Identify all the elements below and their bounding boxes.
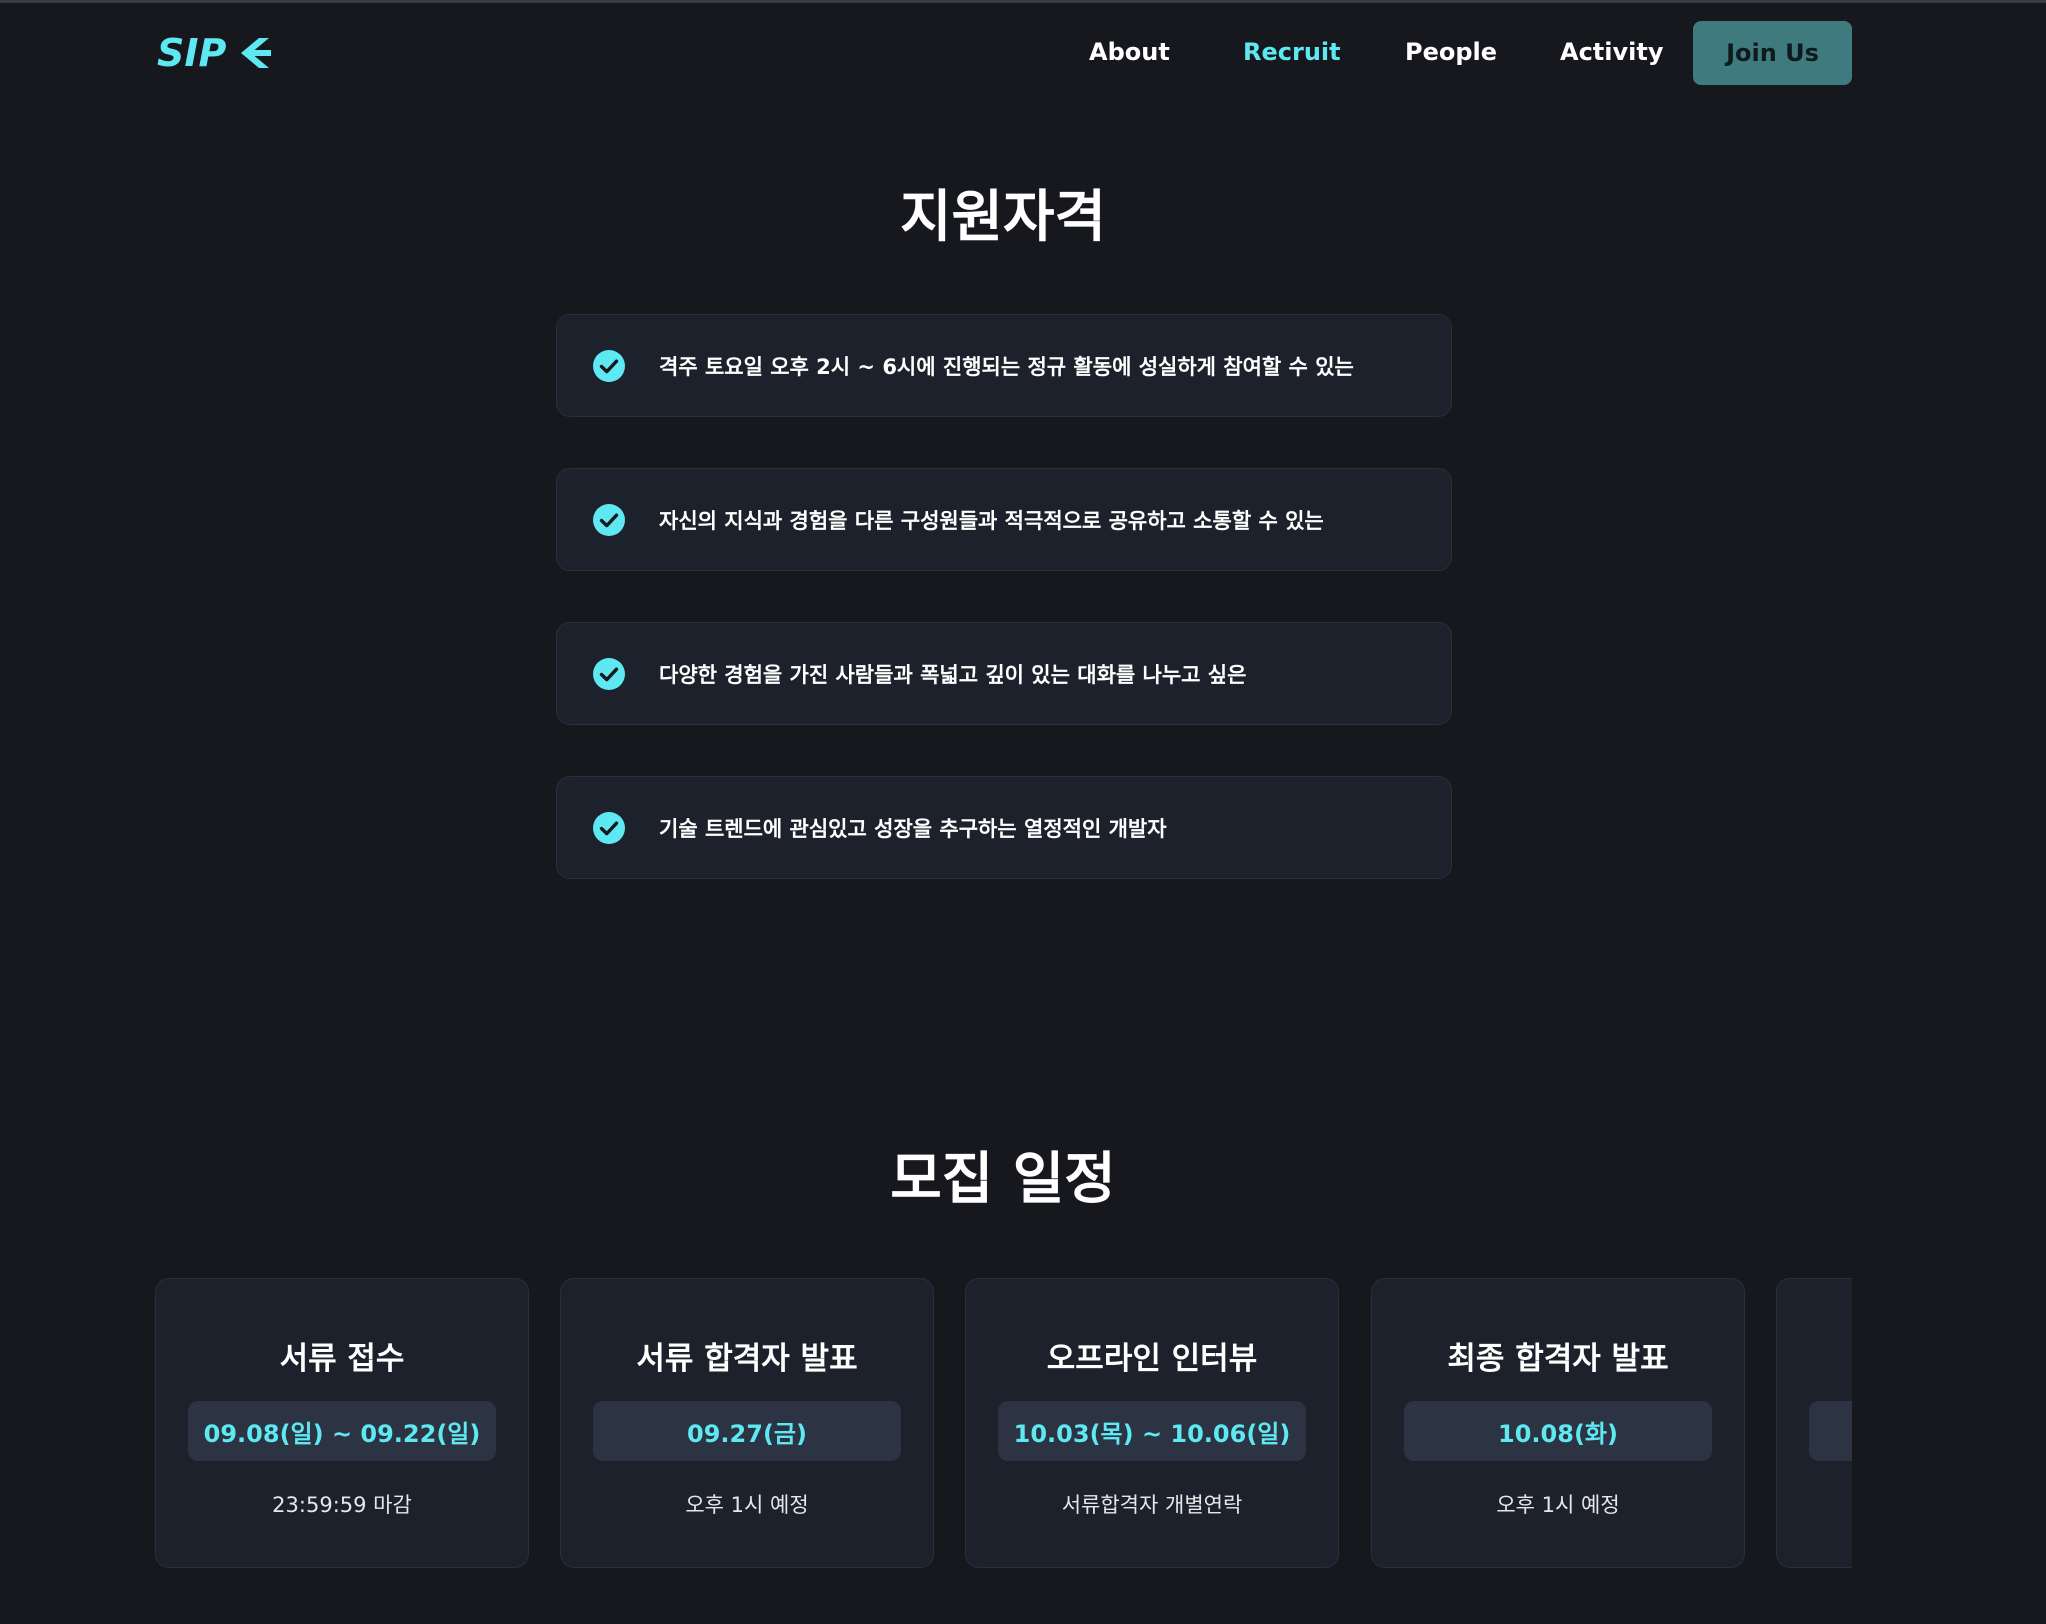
check-circle-icon xyxy=(593,657,625,690)
schedule-card: 최종 합격자 발표 10.08(화) 오후 1시 예정 xyxy=(1371,1278,1745,1568)
nav-about[interactable]: About xyxy=(1089,38,1170,66)
site-header: SIP About Recruit People Activity Join U… xyxy=(0,0,2046,110)
schedule-card: 서류 합격자 발표 09.27(금) 오후 1시 예정 xyxy=(560,1278,934,1568)
check-circle-icon xyxy=(593,349,625,382)
qualification-text: 다양한 경험을 가진 사람들과 폭넓고 깊이 있는 대화를 나누고 싶은 xyxy=(659,662,1247,687)
schedule-title: 모집 일정 xyxy=(890,1147,1116,1212)
schedule-card: 오프라인 인터뷰 10.03(목) ~ 10.06(일) 서류합격자 개별연락 xyxy=(965,1278,1339,1568)
schedule-card-date: 09.08(일) ~ 09.22(일) xyxy=(188,1401,496,1461)
schedule-card-date: 10.03(목) ~ 10.06(일) xyxy=(998,1401,1306,1461)
schedule-card-note: 오후 1시 예정 xyxy=(1496,1493,1620,1517)
nav-activity[interactable]: Activity xyxy=(1560,38,1664,66)
qualifications-title: 지원자격 xyxy=(899,185,1107,250)
qualification-text: 격주 토요일 오후 2시 ~ 6시에 진행되는 정규 활동에 성실하게 참여할 … xyxy=(659,354,1354,379)
schedule-card: 서류 접수 09.08(일) ~ 09.22(일) 23:59:59 마감 xyxy=(155,1278,529,1568)
schedule-card-date: 10.08(화) xyxy=(1404,1401,1712,1461)
schedule-card-title: 서류 접수 xyxy=(279,1341,405,1377)
qualification-item: 기술 트렌드에 관심있고 성장을 추구하는 열정적인 개발자 xyxy=(556,776,1452,879)
sip-logo[interactable]: SIP xyxy=(155,32,275,74)
schedule-card-title: 오프라인 인터뷰 xyxy=(1046,1341,1258,1377)
join-us-button[interactable]: Join Us xyxy=(1693,21,1852,85)
schedule-card-title: 서류 합격자 발표 xyxy=(636,1341,858,1377)
qualification-item: 격주 토요일 오후 2시 ~ 6시에 진행되는 정규 활동에 성실하게 참여할 … xyxy=(556,314,1452,417)
schedule-card-partial xyxy=(1776,1278,1852,1568)
schedule-card-date xyxy=(1809,1401,1852,1461)
nav-people[interactable]: People xyxy=(1405,38,1497,66)
qualification-item: 자신의 지식과 경험을 다른 구성원들과 적극적으로 공유하고 소통할 수 있는 xyxy=(556,468,1452,571)
check-circle-icon xyxy=(593,503,625,536)
schedule-card-title: 최종 합격자 발표 xyxy=(1447,1341,1669,1377)
logo-arrow-bar xyxy=(249,50,271,56)
schedule-card-date: 09.27(금) xyxy=(593,1401,901,1461)
qualification-item: 다양한 경험을 가진 사람들과 폭넓고 깊이 있는 대화를 나누고 싶은 xyxy=(556,622,1452,725)
qualification-text: 기술 트렌드에 관심있고 성장을 추구하는 열정적인 개발자 xyxy=(659,816,1167,841)
logo-text: SIP xyxy=(157,32,227,74)
qualification-text: 자신의 지식과 경험을 다른 구성원들과 적극적으로 공유하고 소통할 수 있는 xyxy=(659,508,1324,533)
check-circle-icon xyxy=(593,811,625,844)
schedule-card-note: 23:59:59 마감 xyxy=(272,1493,412,1517)
schedule-carousel[interactable]: 서류 접수 09.08(일) ~ 09.22(일) 23:59:59 마감 서류… xyxy=(155,1278,1852,1570)
schedule-card-note: 서류합격자 개별연락 xyxy=(1061,1493,1243,1517)
nav-recruit[interactable]: Recruit xyxy=(1243,38,1341,66)
schedule-card-note: 오후 1시 예정 xyxy=(685,1493,809,1517)
